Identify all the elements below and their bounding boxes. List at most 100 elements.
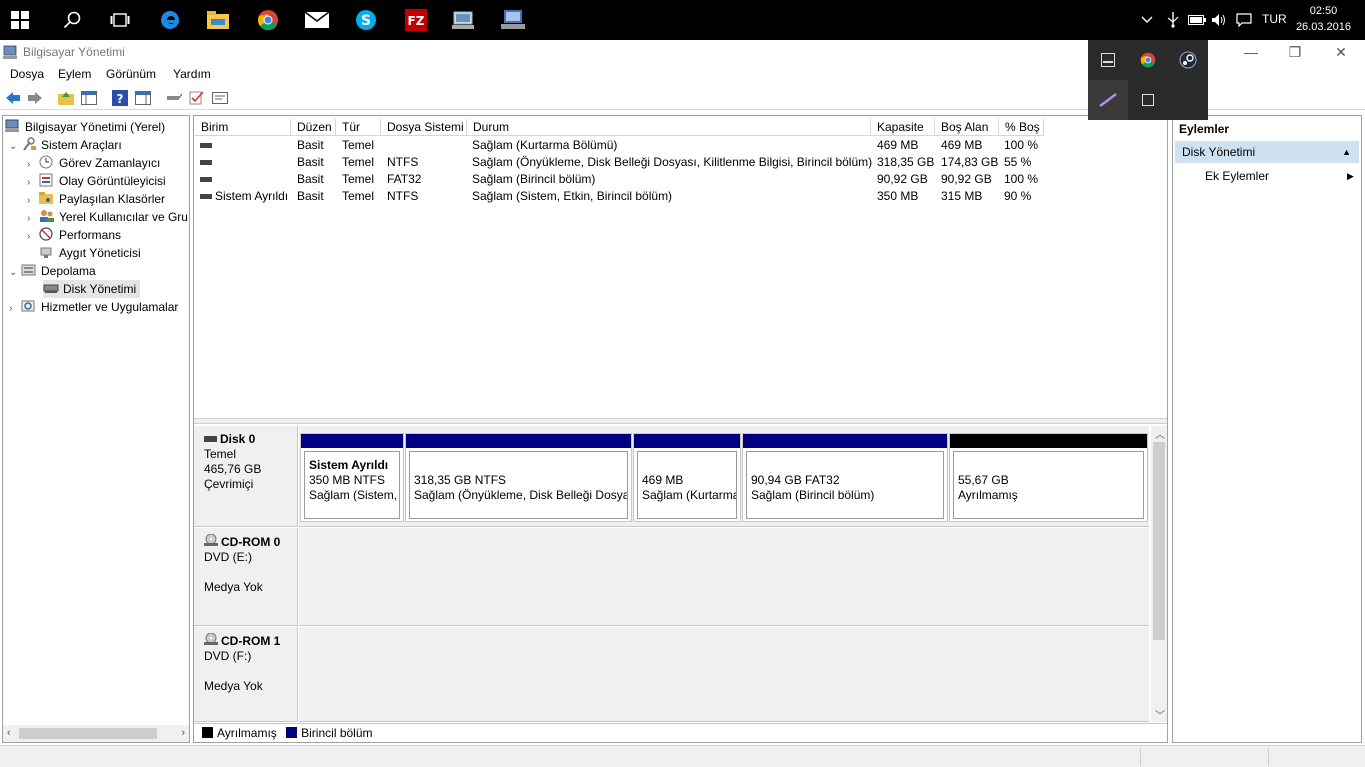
app-icon[interactable]	[3, 44, 19, 63]
partition-size: 469 MB	[642, 473, 684, 487]
scroll-right-icon[interactable]: ›	[181, 727, 185, 739]
start-icon[interactable]	[4, 4, 36, 36]
help-icon[interactable]: ?	[111, 89, 129, 107]
partition-unallocated[interactable]: 55,67 GB Ayrılmamış	[949, 433, 1148, 522]
partition-ntfs-main[interactable]: 318,35 GB NTFS Sağlam (Önyükleme, Disk B…	[405, 433, 632, 522]
table-row[interactable]: Basit Temel FAT32 Sağlam (Birincil bölüm…	[194, 171, 1167, 188]
table-row[interactable]: Sistem Ayrıldı Basit Temel NTFS Sağlam (…	[194, 188, 1167, 205]
battery-icon[interactable]	[1187, 10, 1207, 30]
volume-icon[interactable]	[1210, 10, 1228, 30]
tree-item-gorev-zamanlayici[interactable]: › Görev Zamanlayıcı	[27, 154, 160, 172]
chevron-right-icon[interactable]: ›	[27, 228, 39, 246]
partition-bar	[301, 434, 403, 448]
minimize-button[interactable]: —	[1236, 42, 1266, 62]
tree-item-yerel-kullanicilar[interactable]: › Yerel Kullanıcılar ve Gru	[27, 208, 188, 226]
disk-scroll-thumb[interactable]	[1153, 442, 1165, 640]
restore-button[interactable]: ❐	[1280, 42, 1310, 62]
file-explorer-icon[interactable]	[202, 4, 234, 36]
network-app-icon[interactable]	[497, 4, 529, 36]
console-tree-icon[interactable]	[80, 89, 98, 107]
up-folder-icon[interactable]	[57, 89, 75, 107]
col-duzen[interactable]: Düzen	[291, 119, 336, 136]
action-pane-icon[interactable]	[134, 89, 152, 107]
partition-status: Ayrılmamış	[958, 488, 1018, 502]
chevron-down-icon[interactable]: ⌄	[9, 264, 21, 282]
col-kapasite[interactable]: Kapasite	[871, 119, 935, 136]
tray-pen-icon[interactable]	[1088, 80, 1128, 120]
cdrom1-label[interactable]: CD-ROM 1 DVD (F:) Medya Yok	[194, 627, 298, 722]
task-view-icon[interactable]	[104, 4, 136, 36]
col-yuzde-bos[interactable]: % Boş	[999, 119, 1044, 136]
submenu-arrow-icon[interactable]: ▶	[1347, 171, 1354, 182]
menu-yardim[interactable]: Yardım	[173, 67, 211, 81]
tree-label: Disk Yönetimi	[63, 282, 137, 296]
table-row[interactable]: Basit Temel Sağlam (Kurtarma Bölümü) 469…	[194, 137, 1167, 154]
clock[interactable]: 02:50 26.03.2016	[1296, 3, 1351, 35]
tree-item-depolama[interactable]: ⌄ Depolama	[9, 262, 96, 280]
forward-icon[interactable]	[26, 89, 44, 107]
tree-horizontal-scrollbar[interactable]: ‹ ›	[3, 725, 189, 742]
actions-more[interactable]: Ek Eylemler	[1205, 169, 1269, 183]
back-icon[interactable]	[4, 89, 22, 107]
tray-chrome-icon[interactable]	[1128, 40, 1168, 80]
tree-item-root[interactable]: Bilgisayar Yönetimi (Yerel)	[5, 118, 165, 136]
actions-more-label: Ek Eylemler	[1205, 169, 1270, 183]
edge-icon[interactable]	[154, 4, 186, 36]
tree-scroll-thumb[interactable]	[19, 728, 157, 739]
cdrom1-area	[299, 627, 1149, 722]
col-birim[interactable]: Birim	[195, 119, 291, 136]
tray-steam-icon[interactable]	[1168, 40, 1208, 80]
scroll-down-icon[interactable]: ﹀	[1155, 707, 1165, 722]
table-row[interactable]: Basit Temel NTFS Sağlam (Önyükleme, Disk…	[194, 154, 1167, 171]
skype-icon[interactable]: S	[350, 4, 382, 36]
menu-eylem[interactable]: Eylem	[58, 67, 91, 81]
partition-fat32[interactable]: 90,94 GB FAT32 Sağlam (Birincil bölüm)	[742, 433, 948, 522]
input-language[interactable]: TUR	[1262, 12, 1287, 26]
close-button[interactable]: ✕	[1326, 42, 1356, 62]
disk0-label[interactable]: Disk 0 Temel 465,76 GB Çevrimiçi	[194, 426, 298, 527]
tree-item-hizmetler[interactable]: › Hizmetler ve Uygulamalar	[9, 298, 178, 316]
chrome-icon[interactable]	[252, 4, 284, 36]
partition-system-reserved[interactable]: Sistem Ayrıldı 350 MB NTFS Sağlam (Siste…	[300, 433, 404, 522]
cdrom1-status: Medya Yok	[204, 679, 263, 693]
collapse-up-icon[interactable]: ▲	[1342, 141, 1351, 163]
search-icon[interactable]	[56, 4, 88, 36]
usb-icon[interactable]	[1164, 10, 1182, 30]
actions-disk-management[interactable]: Disk Yönetimi ▲	[1175, 141, 1359, 163]
cdrom0-label[interactable]: CD-ROM 0 DVD (E:) Medya Yok	[194, 528, 298, 626]
tree-item-sistem-araclari[interactable]: ⌄ Sistem Araçları	[9, 136, 122, 154]
chevron-down-icon[interactable]: ⌄	[9, 138, 21, 156]
chevron-right-icon[interactable]: ›	[9, 300, 21, 318]
partition-recovery[interactable]: 469 MB Sağlam (Kurtarma	[633, 433, 741, 522]
tray-window-icon[interactable]	[1128, 80, 1168, 120]
tray-app-icon[interactable]	[1088, 40, 1128, 80]
menu-dosya[interactable]: Dosya	[10, 67, 44, 81]
svg-text:S: S	[361, 13, 371, 29]
pane-splitter[interactable]	[194, 418, 1167, 424]
col-tur[interactable]: Tür	[336, 119, 381, 136]
tree-item-aygit-yoneticisi[interactable]: Aygıt Yöneticisi	[39, 244, 141, 262]
col-durum[interactable]: Durum	[467, 119, 871, 136]
disk-vertical-scrollbar[interactable]: ︿ ﹀	[1151, 426, 1167, 722]
cell-yuzde-bos: 100 %	[1004, 138, 1039, 152]
mail-icon[interactable]	[301, 4, 333, 36]
check-icon[interactable]	[188, 89, 206, 107]
clock-time: 02:50	[1309, 5, 1338, 17]
computer-management-icon[interactable]	[448, 4, 480, 36]
action-center-icon[interactable]	[1235, 10, 1253, 30]
filezilla-icon[interactable]: FZ	[400, 4, 432, 36]
col-dosya-sistemi[interactable]: Dosya Sistemi	[381, 119, 467, 136]
connect-icon[interactable]	[165, 89, 183, 107]
tree-item-disk-yonetimi[interactable]: Disk Yönetimi	[43, 280, 141, 298]
col-bos-alan[interactable]: Boş Alan	[935, 119, 999, 136]
scroll-up-icon[interactable]: ︿	[1155, 426, 1165, 441]
tree-item-olay-goruntuleyicisi[interactable]: › Olay Görüntüleyicisi	[27, 172, 166, 190]
cell-bos-alan: 469 MB	[941, 138, 983, 152]
menu-gorunum[interactable]: Görünüm	[106, 67, 156, 81]
tree-item-performans[interactable]: › Performans	[27, 226, 121, 244]
chevron-up-icon[interactable]	[1140, 10, 1154, 30]
cell-yuzde-bos: 55 %	[1004, 155, 1032, 169]
tree-item-paylasilan-klasorler[interactable]: › Paylaşılan Klasörler	[27, 190, 165, 208]
properties-icon[interactable]	[211, 89, 229, 107]
scroll-left-icon[interactable]: ‹	[7, 727, 11, 739]
